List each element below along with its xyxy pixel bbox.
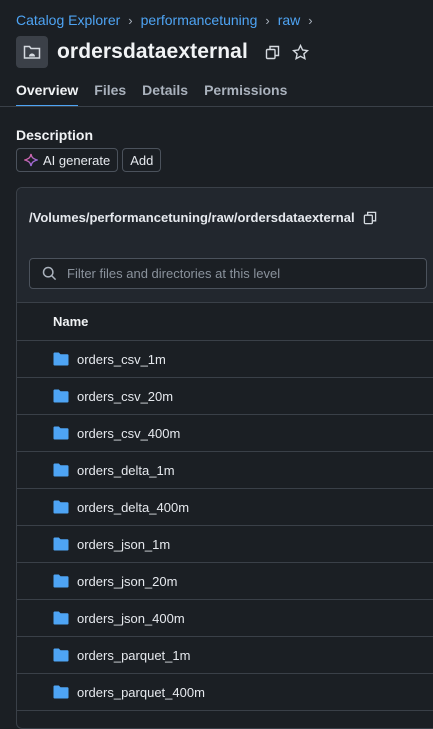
folder-name: orders_delta_1m — [77, 462, 175, 478]
folder-row[interactable]: orders_delta_400m — [17, 489, 433, 526]
name-column-header[interactable]: Name — [17, 303, 433, 341]
folder-name: orders_delta_400m — [77, 499, 190, 515]
title-bar: ordersdataexternal — [16, 36, 318, 68]
search-icon — [42, 266, 57, 281]
breadcrumb-catalog[interactable]: performancetuning — [141, 12, 258, 28]
copy-icon[interactable] — [262, 41, 284, 63]
folder-icon — [53, 389, 69, 403]
description-label: Description — [16, 127, 94, 143]
folder-icon — [53, 352, 69, 366]
folder-row[interactable]: orders_json_20m — [17, 563, 433, 600]
volume-icon — [16, 36, 48, 68]
folder-row[interactable]: orders_csv_1m — [17, 341, 433, 378]
folder-icon — [53, 426, 69, 440]
folder-icon — [53, 648, 69, 662]
folder-name: orders_parquet_1m — [77, 647, 191, 663]
folder-name: orders_csv_1m — [77, 351, 166, 367]
folder-name: orders_json_20m — [77, 573, 178, 589]
folder-icon — [53, 537, 69, 551]
folder-name: orders_csv_400m — [77, 425, 181, 441]
tab-overview[interactable]: Overview — [16, 82, 79, 107]
volume-path-text: /Volumes/performancetuning/raw/ordersdat… — [29, 210, 355, 225]
breadcrumb-catalog-explorer[interactable]: Catalog Explorer — [16, 12, 120, 28]
folder-name: orders_json_1m — [77, 536, 171, 552]
breadcrumb-schema[interactable]: raw — [278, 12, 301, 28]
ai-generate-button[interactable]: AI generate — [16, 148, 119, 172]
tab-files[interactable]: Files — [94, 82, 126, 107]
star-icon[interactable] — [290, 41, 312, 63]
tab-permissions[interactable]: Permissions — [204, 82, 287, 107]
folder-row[interactable]: orders_csv_20m — [17, 378, 433, 415]
file-list: orders_csv_1m orders_csv_20m orders_csv_40… — [17, 341, 433, 711]
folder-row[interactable]: orders_json_1m — [17, 526, 433, 563]
folder-icon — [53, 463, 69, 477]
folder-row[interactable]: orders_json_400m — [17, 600, 433, 637]
files-panel: /Volumes/performancetuning/raw/ordersdat… — [16, 187, 433, 729]
folder-name: orders_csv_20m — [77, 388, 174, 404]
add-description-button[interactable]: Add — [122, 148, 162, 172]
sparkle-icon — [24, 153, 38, 167]
tab-bar: Overview Files Details Permissions — [16, 82, 303, 107]
folder-row[interactable]: orders_parquet_400m — [17, 674, 433, 711]
ai-generate-label: AI generate — [43, 152, 111, 168]
folder-icon — [53, 500, 69, 514]
breadcrumb-separator: › — [128, 12, 133, 28]
folder-row[interactable]: orders_csv_400m — [17, 415, 433, 452]
breadcrumb-separator: › — [308, 12, 313, 28]
folder-icon — [53, 685, 69, 699]
tabs-divider — [0, 106, 433, 107]
folder-row[interactable]: orders_delta_1m — [17, 452, 433, 489]
folder-icon — [53, 574, 69, 588]
files-panel-header: /Volumes/performancetuning/raw/ordersdat… — [17, 188, 433, 303]
folder-name: orders_json_400m — [77, 610, 185, 626]
folder-name: orders_parquet_400m — [77, 684, 205, 700]
page-title: ordersdataexternal — [57, 40, 248, 63]
copy-path-icon[interactable] — [363, 211, 377, 225]
breadcrumb-separator: › — [265, 12, 270, 28]
tab-details[interactable]: Details — [142, 82, 188, 107]
volume-path: /Volumes/performancetuning/raw/ordersdat… — [29, 210, 377, 225]
filter-search-box — [29, 258, 427, 289]
breadcrumb: Catalog Explorer › performancetuning › r… — [16, 12, 321, 28]
folder-row[interactable]: orders_parquet_1m — [17, 637, 433, 674]
folder-icon — [53, 611, 69, 625]
filter-search-input[interactable] — [65, 265, 399, 282]
